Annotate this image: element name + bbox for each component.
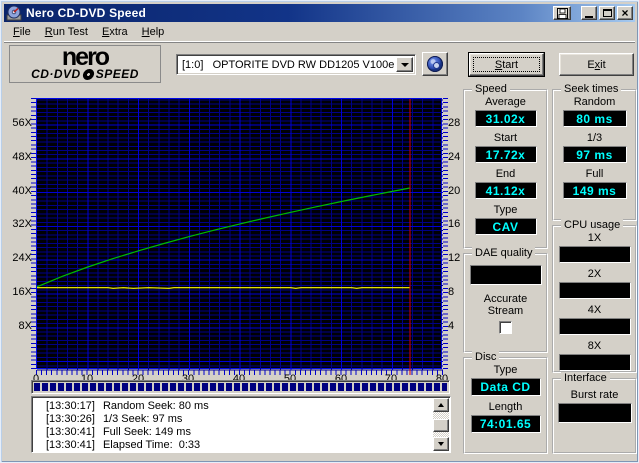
one-third-seek-value: 97 ms: [576, 147, 613, 162]
random-seek-display: 80 ms: [562, 110, 627, 127]
cpu-1x-label: 1X: [587, 232, 602, 244]
app-window: Nero CD-DVD Speed × File Run Test Extra …: [0, 0, 639, 463]
log-text: 1/3 Seek: 97 ms: [102, 413, 183, 425]
disc-type-value: Data CD: [480, 380, 531, 394]
interface-panel: Interface Burst rate: [552, 372, 637, 454]
full-seek-display: 149 ms: [562, 182, 627, 199]
disc-length-value: 74:01.65: [479, 417, 532, 431]
average-speed-value: 31.02x: [485, 111, 526, 126]
cpu-8x-label: 8X: [587, 340, 602, 352]
end-speed-value: 41.12x: [485, 183, 526, 198]
scroll-down-button[interactable]: [433, 437, 449, 451]
accurate-stream-label-1: Accurate: [483, 293, 528, 305]
cpu-usage-panel: CPU usage 1X 2X 4X 8X: [552, 219, 637, 373]
arrow-down-icon: [438, 442, 444, 446]
start-label: Start: [493, 132, 518, 144]
log-time: [13:30:17]: [46, 400, 95, 412]
log-lines: [13:30:17] Random Seek: 80 ms [13:30:26] 1…: [34, 400, 430, 452]
burst-rate-label: Burst rate: [570, 389, 619, 401]
cpu-4x-display: [558, 318, 631, 335]
dae-quality-panel: DAE quality Accurate Stream: [463, 247, 548, 353]
average-speed-display: 31.02x: [474, 110, 537, 127]
axis-tick-label: 16X: [12, 286, 32, 298]
cpu-1x-display: [558, 246, 631, 263]
start-speed-display: 17.72x: [474, 146, 537, 163]
scroll-up-button[interactable]: [433, 398, 449, 412]
progress-bar: [31, 380, 450, 394]
chart-plot-area: [36, 98, 443, 375]
interface-panel-title: Interface: [561, 372, 610, 384]
cpu-8x-display: [558, 354, 631, 371]
log-time: [13:30:26]: [46, 413, 95, 425]
type-label: Type: [493, 204, 518, 216]
axis-tick-label: 40X: [12, 185, 32, 197]
log-line[interactable]: [13:30:26] 1/3 Seek: 97 ms: [34, 413, 430, 426]
dae-quality-display: [469, 265, 542, 285]
log-text: Random Seek: 80 ms: [102, 400, 209, 412]
log-text: Elapsed Time: 0:33: [102, 439, 201, 451]
progress-bar-fill: [34, 383, 447, 391]
speed-panel: Speed Average 31.02x Start 17.72x End 41…: [463, 83, 548, 249]
axis-tick-label: 8X: [18, 320, 32, 332]
log-text: Full Seek: 149 ms: [102, 426, 191, 438]
axis-tick-label: 32X: [12, 218, 32, 230]
one-third-seek-display: 97 ms: [562, 146, 627, 163]
accurate-stream-label-2: Stream: [487, 305, 524, 317]
disc-type-label: Type: [493, 364, 518, 376]
log-line[interactable]: [13:30:41] Full Seek: 149 ms: [34, 426, 430, 439]
seek-times-panel-title: Seek times: [561, 83, 622, 95]
disc-length-display: 74:01.65: [470, 415, 541, 433]
rotation-speed-line: [37, 287, 410, 289]
random-seek-value: 80 ms: [576, 111, 613, 126]
log-time: [13:30:41]: [46, 426, 95, 438]
dae-quality-panel-title: DAE quality: [472, 247, 536, 259]
cpu-2x-label: 2X: [587, 268, 602, 280]
disc-type-display: Data CD: [470, 378, 541, 396]
end-label: End: [495, 168, 516, 180]
arrow-up-icon: [438, 403, 444, 407]
scrollbar[interactable]: [433, 398, 449, 451]
cpu-4x-label: 4X: [587, 304, 602, 316]
speed-graph-svg: [36, 99, 443, 375]
full-seek-label: Full: [585, 168, 604, 180]
scroll-thumb[interactable]: [433, 419, 449, 432]
seek-times-panel: Seek times Random 80 ms 1/3 97 ms Full 1…: [552, 83, 637, 221]
disc-panel-title: Disc: [472, 351, 500, 363]
accurate-stream-checkbox[interactable]: [499, 321, 512, 334]
speed-type-value: CAV: [492, 219, 519, 234]
axis-tick-label: 56X: [12, 117, 32, 129]
cpu-usage-panel-title: CPU usage: [561, 219, 624, 231]
full-seek-value: 149 ms: [572, 183, 617, 198]
log-list[interactable]: [13:30:17] Random Seek: 80 ms [13:30:26] 1…: [31, 396, 451, 453]
cpu-2x-display: [558, 282, 631, 299]
disc-panel: Disc Type Data CD Length 74:01.65: [463, 351, 548, 454]
one-third-seek-label: 1/3: [586, 132, 603, 144]
speed-panel-title: Speed: [472, 83, 510, 95]
burst-rate-display: [557, 403, 632, 423]
speed-type-display: CAV: [474, 218, 537, 235]
axis-tick-label: 48X: [12, 151, 32, 163]
random-seek-label: Random: [573, 96, 616, 108]
log-line[interactable]: [13:30:41] Elapsed Time: 0:33: [34, 439, 430, 452]
disc-length-label: Length: [488, 401, 523, 413]
start-speed-value: 17.72x: [485, 147, 526, 162]
axis-tick-label: 24X: [12, 252, 32, 264]
end-speed-display: 41.12x: [474, 182, 537, 199]
read-speed-line: [36, 187, 411, 288]
log-time: [13:30:41]: [46, 439, 95, 451]
average-label: Average: [485, 96, 526, 108]
log-line[interactable]: [13:30:17] Random Seek: 80 ms: [34, 400, 430, 413]
